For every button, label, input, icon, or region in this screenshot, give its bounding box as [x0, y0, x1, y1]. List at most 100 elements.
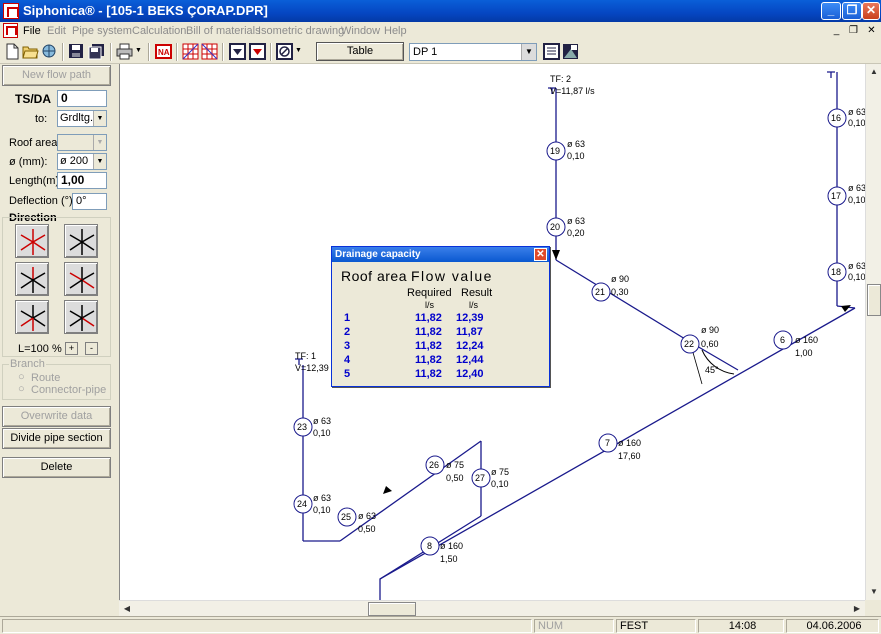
menu-pipe-system[interactable]: Pipe system — [72, 25, 132, 37]
diameter-select[interactable]: ø 200 ▼ — [57, 153, 107, 170]
close-button[interactable]: ✕ — [862, 2, 880, 20]
connector-radio-icon[interactable]: ○ — [18, 383, 25, 395]
node-25[interactable]: 25 ø 63 0,50 — [337, 507, 376, 534]
length-input[interactable]: 1,00 — [57, 172, 107, 189]
siphonica-app-icon[interactable] — [3, 3, 19, 19]
menu-bar: File Edit Pipe system Calculation Bill o… — [0, 22, 881, 40]
node-24[interactable]: 24 ø 63 0,10 — [293, 493, 331, 515]
roof-area-label: Roof area: — [9, 137, 61, 149]
node-diameter: ø 160 — [795, 335, 818, 345]
node-18[interactable]: 18 ø 630,10 — [827, 261, 866, 282]
image-view-icon[interactable] — [562, 43, 579, 60]
grid-icon[interactable] — [182, 43, 199, 60]
tf2-flow: V=11,87 l/s — [550, 86, 595, 96]
direction-button-2[interactable] — [64, 224, 98, 258]
node-22[interactable]: 22 ø 90 0,60 — [680, 325, 719, 354]
direction-button-5[interactable] — [15, 300, 49, 334]
direction-arrows-icon — [20, 267, 46, 293]
scroll-right-icon[interactable]: ▶ — [849, 601, 865, 617]
capacity-row: 3 11,82 12,24 — [344, 340, 484, 352]
mdi-restore-button[interactable]: ❐ — [847, 25, 860, 38]
tsda-input[interactable]: 0 — [57, 90, 107, 107]
horizontal-scrollbar[interactable]: ◀ ▶ — [119, 600, 865, 616]
node-id: 27 — [475, 473, 485, 483]
horizontal-scroll-thumb[interactable] — [368, 602, 416, 616]
node-7[interactable]: 7 ø 160 17,60 — [598, 433, 641, 461]
dialog-title[interactable]: Drainage capacity — [332, 247, 549, 262]
node-21[interactable]: 21 ø 90 0,30 — [591, 274, 629, 302]
node-17[interactable]: 17 ø 63 0,10 — [827, 183, 866, 206]
direction-arrows-icon — [20, 305, 46, 331]
toolbar: ▼ NA ▼ Table DP 1 ▼ — [0, 40, 881, 64]
menu-calculation[interactable]: Calculation — [132, 25, 186, 37]
new-file-icon[interactable] — [4, 43, 21, 60]
print-dropdown-icon[interactable]: ▼ — [135, 47, 142, 54]
no-symbol-icon[interactable] — [276, 43, 293, 60]
overwrite-data-button[interactable]: Overwrite data — [2, 406, 111, 427]
node-20[interactable]: 20 ø 63 0,20 — [546, 216, 585, 238]
menu-window[interactable]: Window — [341, 25, 380, 37]
node-16[interactable]: 16 ø 630,10 — [827, 107, 866, 128]
window-down-icon[interactable] — [229, 43, 246, 60]
to-select[interactable]: Grdltg. ▼ — [57, 110, 107, 127]
direction-button-1[interactable] — [15, 224, 49, 258]
print-icon[interactable] — [116, 43, 133, 60]
col-required: Required — [407, 287, 452, 299]
window-down-red-icon[interactable] — [249, 43, 266, 60]
list-view-icon[interactable] — [543, 43, 560, 60]
network-icon[interactable] — [41, 43, 58, 60]
status-date: 04.06.2006 — [786, 619, 879, 633]
route-radio-icon[interactable]: ○ — [18, 371, 25, 383]
vertical-scroll-thumb[interactable] — [867, 284, 881, 316]
mdi-minimize-button[interactable]: _ — [830, 25, 843, 38]
scroll-down-icon[interactable]: ▼ — [866, 584, 881, 600]
menu-file[interactable]: File — [23, 25, 41, 37]
dialog-close-button[interactable]: ✕ — [534, 248, 547, 261]
grid-diagonal-icon[interactable] — [201, 43, 218, 60]
node-27[interactable]: 27 ø 75 0,10 — [471, 467, 509, 489]
scale-plus-button[interactable]: + — [65, 342, 78, 355]
restore-button[interactable]: ❐ — [842, 2, 862, 20]
menu-edit[interactable]: Edit — [47, 25, 66, 37]
node-value: 0,50 — [446, 473, 464, 483]
na-icon[interactable]: NA — [155, 43, 172, 60]
new-flow-path-button[interactable]: New flow path — [2, 65, 111, 86]
deflection-input[interactable]: 0° — [72, 193, 107, 210]
roof-area-select[interactable]: ▼ — [57, 134, 107, 151]
chevron-down-icon[interactable]: ▼ — [93, 154, 106, 169]
dp-select[interactable]: DP 1 ▼ — [409, 43, 537, 61]
save-all-icon[interactable] — [88, 43, 105, 60]
menu-isometric-drawing[interactable]: Isometric drawing — [258, 25, 344, 37]
vertical-scrollbar[interactable]: ▲ ▼ — [865, 64, 881, 600]
menu-help[interactable]: Help — [384, 25, 407, 37]
node-19[interactable]: 19 ø 63 0,10 — [546, 139, 585, 161]
node-8[interactable]: 8 ø 160 1,50 — [420, 536, 463, 564]
direction-button-4[interactable] — [64, 262, 98, 296]
menu-bill-of-materials[interactable]: Bill of materials — [186, 25, 261, 37]
save-icon[interactable] — [68, 43, 85, 60]
chevron-down-icon[interactable]: ▼ — [93, 111, 106, 126]
direction-button-3[interactable] — [15, 262, 49, 296]
document-icon[interactable] — [3, 23, 18, 38]
mdi-close-button[interactable]: ✕ — [865, 25, 878, 38]
node-6[interactable]: 6 ø 160 1,00 — [773, 330, 818, 358]
table-button[interactable]: Table — [316, 42, 404, 61]
node-26[interactable]: 26 ø 75 0,50 — [425, 455, 464, 483]
minimize-button[interactable]: _ — [821, 2, 841, 20]
node-23[interactable]: 23 ø 63 0,10 — [293, 416, 331, 438]
scale-minus-button[interactable]: - — [85, 342, 98, 355]
symbol-dropdown-icon[interactable]: ▼ — [295, 47, 302, 54]
tsda-label: TS/DA — [15, 92, 51, 106]
delete-button[interactable]: Delete — [2, 457, 111, 478]
heading-roof-area: Roof area — [341, 268, 407, 284]
drainage-capacity-dialog[interactable]: Drainage capacity ✕ Roof area Flow value … — [331, 246, 550, 387]
window-title: Siphonica® - [105-1 BEKS ÇORAP.DPR] — [23, 3, 268, 18]
chevron-down-icon[interactable]: ▼ — [521, 44, 536, 60]
divide-pipe-section-button[interactable]: Divide pipe section — [2, 428, 111, 449]
chevron-down-icon[interactable]: ▼ — [93, 135, 106, 150]
direction-button-6[interactable] — [64, 300, 98, 334]
open-folder-icon[interactable] — [22, 43, 39, 60]
scroll-up-icon[interactable]: ▲ — [866, 64, 881, 80]
scroll-left-icon[interactable]: ◀ — [119, 601, 135, 617]
node-value: 1,00 — [795, 348, 813, 358]
